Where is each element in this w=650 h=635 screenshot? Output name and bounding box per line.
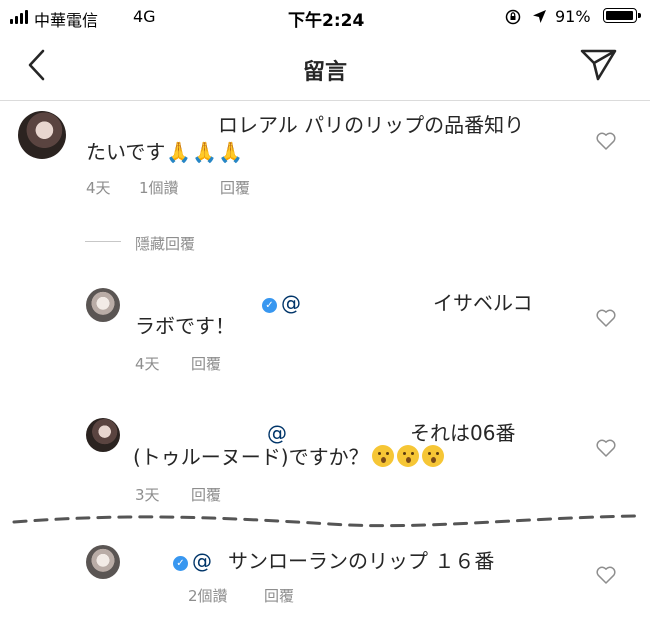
clock: 下午2:24 <box>288 11 365 31</box>
hide-replies-button[interactable]: 隱藏回覆 <box>135 233 195 254</box>
comment-text-line2-text: たいです <box>86 140 166 164</box>
reply-text-line2: ラボです！ <box>135 314 235 338</box>
avatar[interactable] <box>18 111 66 159</box>
heart-icon[interactable] <box>596 566 616 584</box>
comment-text-line2: たいです🙏🙏🙏 <box>86 137 243 168</box>
comment-text-line1: ロレアル パリのリップの品番知り <box>218 113 525 137</box>
reply-button[interactable]: 回覆 <box>191 353 221 374</box>
reply-text-line1: イサベルコ <box>433 291 533 315</box>
reply-age: 4天 <box>135 355 160 373</box>
comment-likes[interactable]: 1個讚 <box>139 177 179 198</box>
comment-age: 4天 <box>86 179 111 197</box>
battery-percent: 91% <box>555 7 591 26</box>
status-bar: 中華電信 4G 下午2:24 91% <box>0 0 650 34</box>
verified-badge-icon: ✓ <box>262 298 277 313</box>
surprised-emoji-icon <box>421 445 444 467</box>
surprised-emoji-icon <box>371 445 394 467</box>
pray-emoji: 🙏 <box>218 140 244 164</box>
reply-button[interactable]: 回覆 <box>264 585 294 606</box>
surprised-emoji-icon <box>396 445 419 467</box>
network-label: 4G <box>133 7 156 26</box>
avatar[interactable] <box>86 288 120 322</box>
mention[interactable]: @ <box>192 549 212 573</box>
verified-badge-icon: ✓ <box>173 556 188 571</box>
reply-likes[interactable]: 2個讚 <box>188 585 228 606</box>
page-title: 留言 <box>302 60 347 85</box>
reply-button[interactable]: 回覆 <box>220 177 250 198</box>
heart-icon[interactable] <box>596 132 616 150</box>
heart-icon[interactable] <box>596 439 616 457</box>
heart-icon[interactable] <box>596 309 616 327</box>
location-arrow-icon <box>533 10 546 23</box>
pray-emoji: 🙏 <box>166 140 192 164</box>
reply-text-line2: (トゥルーヌード)ですか？ <box>133 442 444 473</box>
reply-header: ✓ @ <box>262 288 301 319</box>
mention[interactable]: @ <box>281 291 301 315</box>
signal-icon <box>10 10 28 24</box>
reply-header: ✓ @ <box>173 546 212 577</box>
dashed-divider <box>12 514 637 528</box>
carrier-label: 中華電信 <box>34 11 99 30</box>
avatar[interactable] <box>86 545 120 579</box>
avatar[interactable] <box>86 418 120 452</box>
rotation-lock-icon <box>505 9 521 25</box>
header-divider <box>0 100 650 101</box>
reply-text-line1: サンローランのリップ １６番 <box>228 549 495 573</box>
battery-icon <box>603 8 641 23</box>
reply-text-line2-text: (トゥルーヌード)ですか？ <box>133 445 369 469</box>
paper-plane-icon[interactable] <box>580 48 618 82</box>
pray-emoji: 🙏 <box>192 140 218 164</box>
hide-replies-line <box>85 241 121 242</box>
